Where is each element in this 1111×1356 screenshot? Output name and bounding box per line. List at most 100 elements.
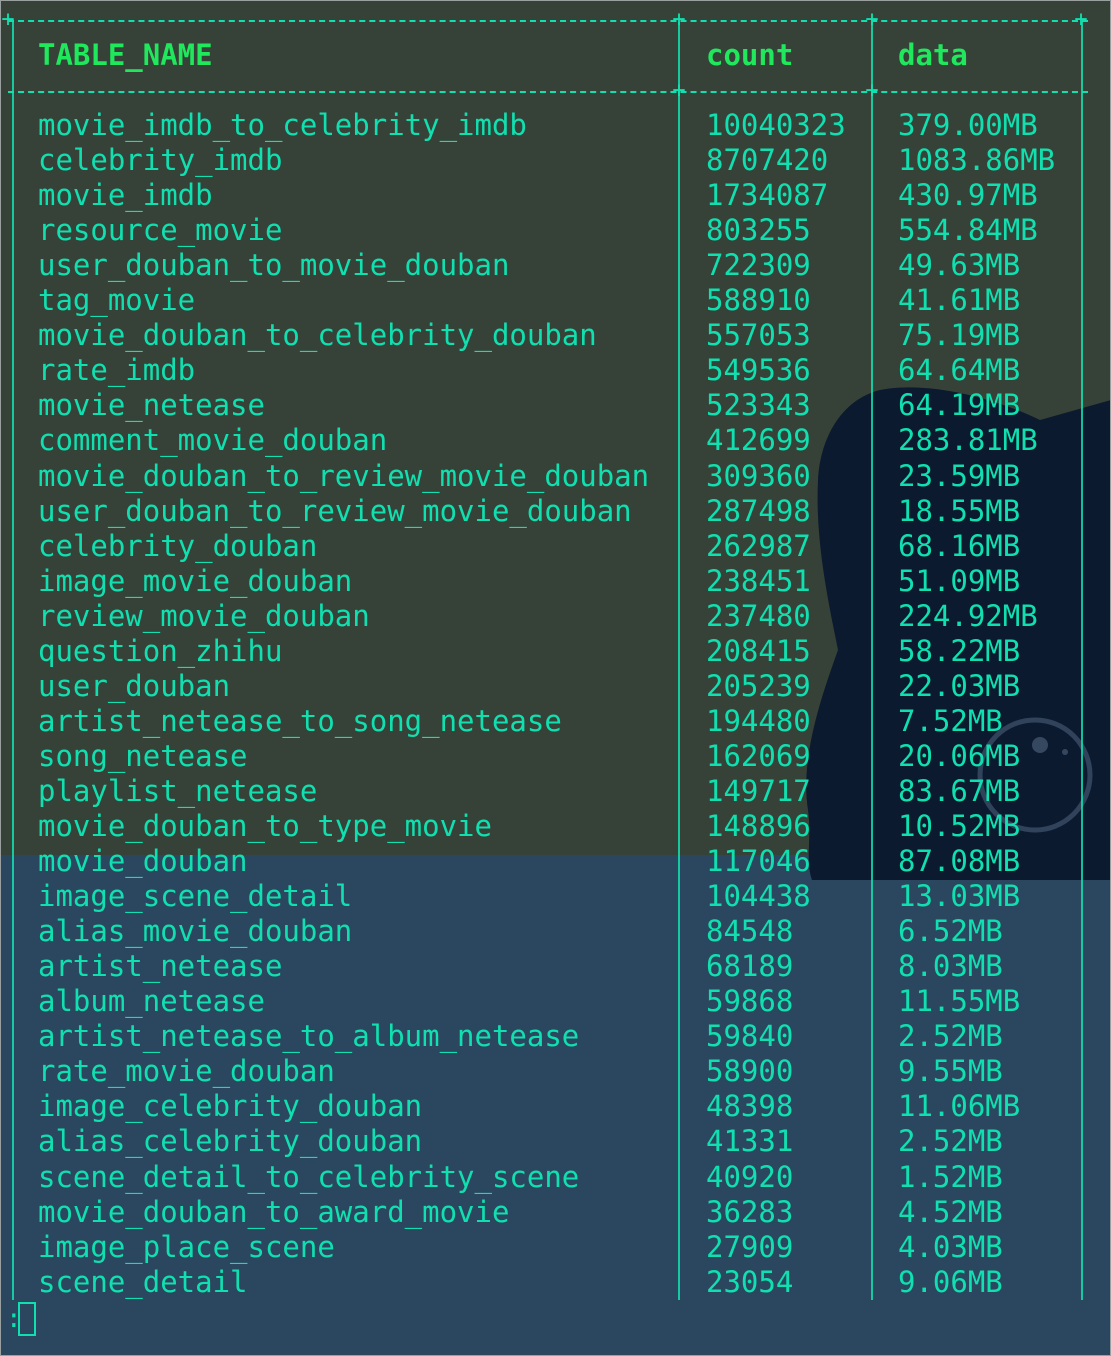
table-cell-data: 51.09MB [898,564,1021,598]
table-cell-count: 194480 [706,704,811,738]
header-table-name: TABLE_NAME [38,38,213,72]
table-cell-name: movie_netease [38,388,265,422]
table-cell-name: scene_detail_to_celebrity_scene [38,1160,580,1194]
table-cell-name: movie_imdb [38,178,213,212]
table-cell-count: 237480 [706,599,811,633]
table-cell-name: alias_celebrity_douban [38,1124,423,1158]
table-cell-count: 1734087 [706,178,829,212]
table-cell-data: 4.52MB [898,1195,1003,1229]
table-cell-data: 283.81MB [898,423,1038,457]
table-cell-data: 379.00MB [898,108,1038,142]
table-border-col2 [871,22,873,1300]
table-cell-data: 75.19MB [898,318,1021,352]
table-cell-name: tag_movie [38,283,196,317]
table-cell-name: rate_movie_douban [38,1054,335,1088]
table-cell-count: 523343 [706,388,811,422]
terminal-window[interactable]: + + + + + + TABLE_NAME count data movie_… [0,0,1111,1356]
table-cell-data: 11.06MB [898,1089,1021,1123]
table-cell-name: artist_netease [38,949,283,983]
table-cell-data: 49.63MB [898,248,1021,282]
table-cell-data: 58.22MB [898,634,1021,668]
table-cell-data: 7.52MB [898,704,1003,738]
table-cell-data: 2.52MB [898,1124,1003,1158]
table-cell-data: 6.52MB [898,914,1003,948]
table-cell-name: user_douban_to_movie_douban [38,248,510,282]
table-cell-data: 9.06MB [898,1265,1003,1299]
table-cell-data: 1.52MB [898,1160,1003,1194]
table-cell-name: song_netease [38,739,248,773]
table-cell-name: rate_imdb [38,353,196,387]
table-cell-name: movie_douban_to_type_movie [38,809,492,843]
table-border-left [12,22,14,1300]
table-cell-data: 554.84MB [898,213,1038,247]
table-cell-count: 412699 [706,423,811,457]
table-cell-count: 104438 [706,879,811,913]
table-cell-count: 549536 [706,353,811,387]
table-cell-data: 10.52MB [898,809,1021,843]
table-cell-data: 23.59MB [898,459,1021,493]
table-cell-name: movie_imdb_to_celebrity_imdb [38,108,527,142]
table-cell-name: comment_movie_douban [38,423,388,457]
table-cell-count: 117046 [706,844,811,878]
table-cell-count: 148896 [706,809,811,843]
table-cell-count: 162069 [706,739,811,773]
table-cell-data: 41.61MB [898,283,1021,317]
table-cell-data: 11.55MB [898,984,1021,1018]
table-cell-data: 8.03MB [898,949,1003,983]
table-cell-data: 1083.86MB [898,143,1056,177]
table-cell-data: 64.64MB [898,353,1021,387]
table-cell-count: 309360 [706,459,811,493]
table-cell-count: 40920 [706,1160,794,1194]
table-cell-data: 68.16MB [898,529,1021,563]
table-cell-count: 68189 [706,949,794,983]
table-cell-count: 205239 [706,669,811,703]
table-cell-data: 83.67MB [898,774,1021,808]
table-cell-data: 4.03MB [898,1230,1003,1264]
table-cell-data: 224.92MB [898,599,1038,633]
table-cell-count: 59840 [706,1019,794,1053]
table-cell-data: 9.55MB [898,1054,1003,1088]
header-data: data [898,38,968,72]
table-cell-count: 59868 [706,984,794,1018]
table-cell-name: playlist_netease [38,774,318,808]
table-cell-name: image_celebrity_douban [38,1089,423,1123]
table-cell-name: scene_detail [38,1265,248,1299]
table-cell-name: celebrity_imdb [38,143,283,177]
table-cell-name: image_place_scene [38,1230,335,1264]
table-cell-count: 588910 [706,283,811,317]
table-cell-count: 803255 [706,213,811,247]
table-cell-count: 287498 [706,494,811,528]
text-cursor[interactable] [18,1302,36,1336]
table-cell-data: 13.03MB [898,879,1021,913]
table-cell-name: user_douban [38,669,231,703]
table-cell-count: 8707420 [706,143,829,177]
table-cell-name: artist_netease_to_album_netease [38,1019,580,1053]
table-cell-name: question_zhihu [38,634,283,668]
table-cell-data: 20.06MB [898,739,1021,773]
table-cell-data: 87.08MB [898,844,1021,878]
table-cell-name: review_movie_douban [38,599,370,633]
table-cell-count: 27909 [706,1230,794,1264]
table-cell-name: alias_movie_douban [38,914,353,948]
table-cell-name: album_netease [38,984,265,1018]
table-cell-count: 208415 [706,634,811,668]
table-cell-data: 2.52MB [898,1019,1003,1053]
table-cell-count: 238451 [706,564,811,598]
table-cell-count: 48398 [706,1089,794,1123]
table-cell-name: movie_douban_to_review_movie_douban [38,459,650,493]
table-cell-name: artist_netease_to_song_netease [38,704,562,738]
table-cell-count: 36283 [706,1195,794,1229]
table-cell-count: 23054 [706,1265,794,1299]
table-cell-count: 722309 [706,248,811,282]
table-cell-name: image_scene_detail [38,879,353,913]
table-cell-count: 149717 [706,774,811,808]
table-cell-name: movie_douban_to_award_movie [38,1195,510,1229]
table-border-col1 [678,22,680,1300]
table-cell-data: 18.55MB [898,494,1021,528]
table-cell-name: image_movie_douban [38,564,353,598]
header-count: count [706,38,794,72]
table-cell-count: 10040323 [706,108,846,142]
table-cell-count: 262987 [706,529,811,563]
table-cell-data: 64.19MB [898,388,1021,422]
table-cell-count: 58900 [706,1054,794,1088]
